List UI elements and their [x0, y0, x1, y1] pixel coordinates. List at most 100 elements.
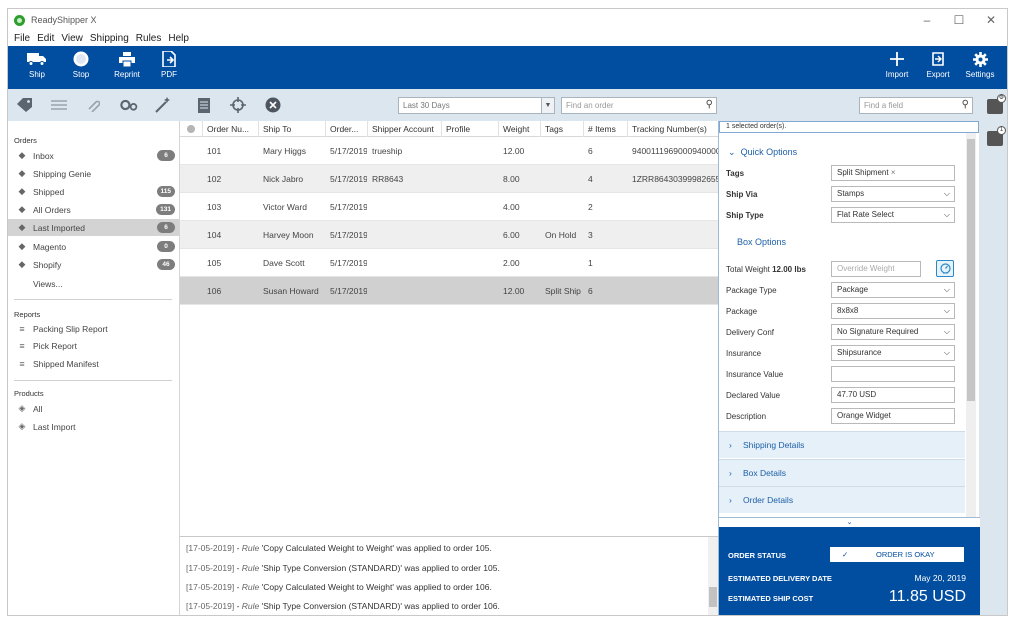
right-icon-strip: ⚙ 1 [979, 89, 1007, 615]
column-header-ship-to[interactable]: Ship To [258, 121, 325, 137]
table-row[interactable]: 102 Nick Jabro 5/17/2019 RR8643 8.00 4 1… [180, 165, 718, 193]
column-header-shipper-account[interactable]: Shipper Account [367, 121, 441, 137]
declared-value-input[interactable]: 47.70 USD [831, 387, 955, 403]
reprint-button[interactable]: Reprint [106, 50, 148, 86]
sidebar-item-magento[interactable]: ◆ Magento 0 [8, 238, 179, 255]
table-row[interactable]: 105 Dave Scott 5/17/2019 2.00 1 [180, 249, 718, 277]
cancel-circle-icon[interactable] [264, 96, 282, 114]
order-search-input[interactable]: Find an order ⚲ [561, 97, 717, 114]
menu-view[interactable]: View [61, 33, 83, 44]
sidebar-item-last-imported[interactable]: ◆ Last Imported 6 [8, 219, 179, 236]
export-button[interactable]: Export [917, 50, 959, 86]
sidebar-item-products-all[interactable]: ◈ All [8, 400, 179, 417]
field-search-input[interactable]: Find a field ⚲ [859, 97, 973, 114]
column-header-tags[interactable]: Tags [540, 121, 583, 137]
menu-shipping[interactable]: Shipping [90, 33, 129, 44]
sidebar-item-shipped[interactable]: ◆ Shipped 115 [8, 183, 179, 200]
report-icon: ≡ [19, 340, 25, 351]
column-header-weight[interactable]: Weight [498, 121, 540, 137]
quick-options-toggle[interactable]: ⌄ Quick Options [728, 147, 797, 158]
count-badge-icon: 1 [997, 126, 1006, 135]
ship-type-select[interactable]: Flat Rate Select ⌵ [831, 207, 955, 223]
magic-wand-icon[interactable] [154, 96, 172, 114]
chevron-down-icon[interactable]: ▼ [541, 98, 554, 113]
delivery-conf-select[interactable]: No Signature Required ⌵ [831, 324, 955, 340]
table-row[interactable]: 101 Mary Higgs 5/17/2019 trueship 12.00 … [180, 137, 718, 165]
ship-button[interactable]: Ship [16, 50, 58, 86]
field-search-placeholder: Find a field [864, 101, 904, 110]
scroll-thumb[interactable] [709, 587, 717, 607]
scale-icon[interactable] [936, 260, 954, 277]
package-select[interactable]: 8x8x8 ⌵ [831, 303, 955, 319]
search-icon[interactable]: ⚲ [706, 99, 713, 110]
cell-date: 5/17/2019 [330, 202, 367, 212]
sidebar: Orders ◆ Inbox 6 ◆ Shipping Genie ◆ Ship… [8, 121, 180, 615]
ship-via-select[interactable]: Stamps ⌵ [831, 186, 955, 202]
package-type-select[interactable]: Package ⌵ [831, 282, 955, 298]
column-header-items[interactable]: # Items [583, 121, 627, 137]
settings-button[interactable]: Settings [959, 50, 1001, 86]
list-icon[interactable] [50, 96, 68, 114]
column-header-order-date[interactable]: Order... [325, 121, 367, 137]
sidebar-item-label: Shipped Manifest [33, 358, 99, 369]
tags-field[interactable]: Split Shipment × [831, 165, 955, 181]
chevron-right-icon: › [729, 440, 732, 450]
stop-button[interactable]: Stop [60, 50, 102, 86]
sidebar-item-label: All Orders [33, 204, 71, 215]
menu-help[interactable]: Help [168, 33, 189, 44]
sidebar-item-shopify[interactable]: ◆ Shopify 46 [8, 256, 179, 273]
sidebar-item-packing-slip-report[interactable]: ≡ Packing Slip Report [8, 320, 179, 337]
search-icon[interactable]: ⚲ [962, 99, 969, 110]
log-scrollbar[interactable] [708, 537, 718, 615]
table-row[interactable]: 103 Victor Ward 5/17/2019 4.00 2 [180, 193, 718, 221]
document-icon[interactable] [195, 96, 213, 114]
menu-file[interactable]: File [14, 33, 30, 44]
count-badge: 6 [157, 150, 175, 161]
scroll-thumb[interactable] [967, 139, 975, 401]
cell-weight: 2.00 [503, 258, 520, 268]
description-input[interactable]: Orange Widget [831, 408, 955, 424]
log-line: [17-05-2019] - Rule 'Copy Calculated Wei… [186, 582, 492, 592]
sidebar-item-all-orders[interactable]: ◆ All Orders 131 [8, 201, 179, 218]
tag-icon[interactable] [16, 96, 34, 114]
remove-tag-icon[interactable]: × [891, 168, 896, 177]
minimize-button[interactable]: – [911, 9, 943, 31]
sidebar-views-link[interactable]: Views... [8, 275, 179, 292]
insurance-select[interactable]: Shipsurance ⌵ [831, 345, 955, 361]
panel-scrollbar[interactable] [966, 133, 976, 517]
gears-icon[interactable] [120, 96, 138, 114]
sidebar-item-inbox[interactable]: ◆ Inbox 6 [8, 147, 179, 164]
menu-rules[interactable]: Rules [136, 33, 162, 44]
pdf-button[interactable]: PDF [148, 50, 190, 86]
ship-cost-label: ESTIMATED SHIP COST [728, 594, 814, 603]
sidebar-item-pick-report[interactable]: ≡ Pick Report [8, 337, 179, 354]
order-details-accordion[interactable]: › Order Details [719, 486, 965, 513]
close-window-button[interactable]: ✕ [975, 9, 1007, 31]
box-details-accordion[interactable]: › Box Details [719, 459, 965, 486]
sidebar-item-products-last-import[interactable]: ◈ Last Import [8, 418, 179, 435]
override-weight-input[interactable]: Override Weight [831, 261, 921, 277]
table-row[interactable]: 104 Harvey Moon 5/17/2019 6.00 On Hold 3 [180, 221, 718, 249]
sidebar-item-shipping-genie[interactable]: ◆ Shipping Genie [8, 165, 179, 182]
table-row-selected[interactable]: 106 Susan Howard 5/17/2019 12.00 Split S… [180, 277, 718, 305]
cell-order: 102 [207, 174, 222, 184]
insurance-value-input[interactable] [831, 366, 955, 382]
column-header-order-number[interactable]: Order Nu... [202, 121, 258, 137]
box-options-link[interactable]: Box Options [737, 237, 786, 247]
cell-items: 6 [588, 146, 593, 156]
paperclip-icon[interactable] [84, 96, 102, 114]
column-header-profile[interactable]: Profile [441, 121, 498, 137]
crosshair-icon[interactable] [229, 96, 247, 114]
menu-edit[interactable]: Edit [37, 33, 54, 44]
sidebar-item-shipped-manifest[interactable]: ≡ Shipped Manifest [8, 355, 179, 372]
sidebar-item-label: Last Imported [33, 222, 85, 233]
maximize-button[interactable]: ☐ [943, 9, 975, 31]
expand-status-toggle[interactable]: ⌄ [719, 517, 980, 527]
import-button[interactable]: Import [876, 50, 918, 86]
shipping-details-accordion[interactable]: › Shipping Details [719, 431, 965, 458]
accordion-label: Order Details [743, 495, 794, 505]
column-header-tracking[interactable]: Tracking Number(s) [627, 121, 718, 137]
window-controls: – ☐ ✕ [911, 9, 1007, 31]
log-text: 'Copy Calculated Weight to Weight' was a… [259, 582, 492, 592]
date-range-select[interactable]: Last 30 Days ▼ [398, 97, 555, 114]
